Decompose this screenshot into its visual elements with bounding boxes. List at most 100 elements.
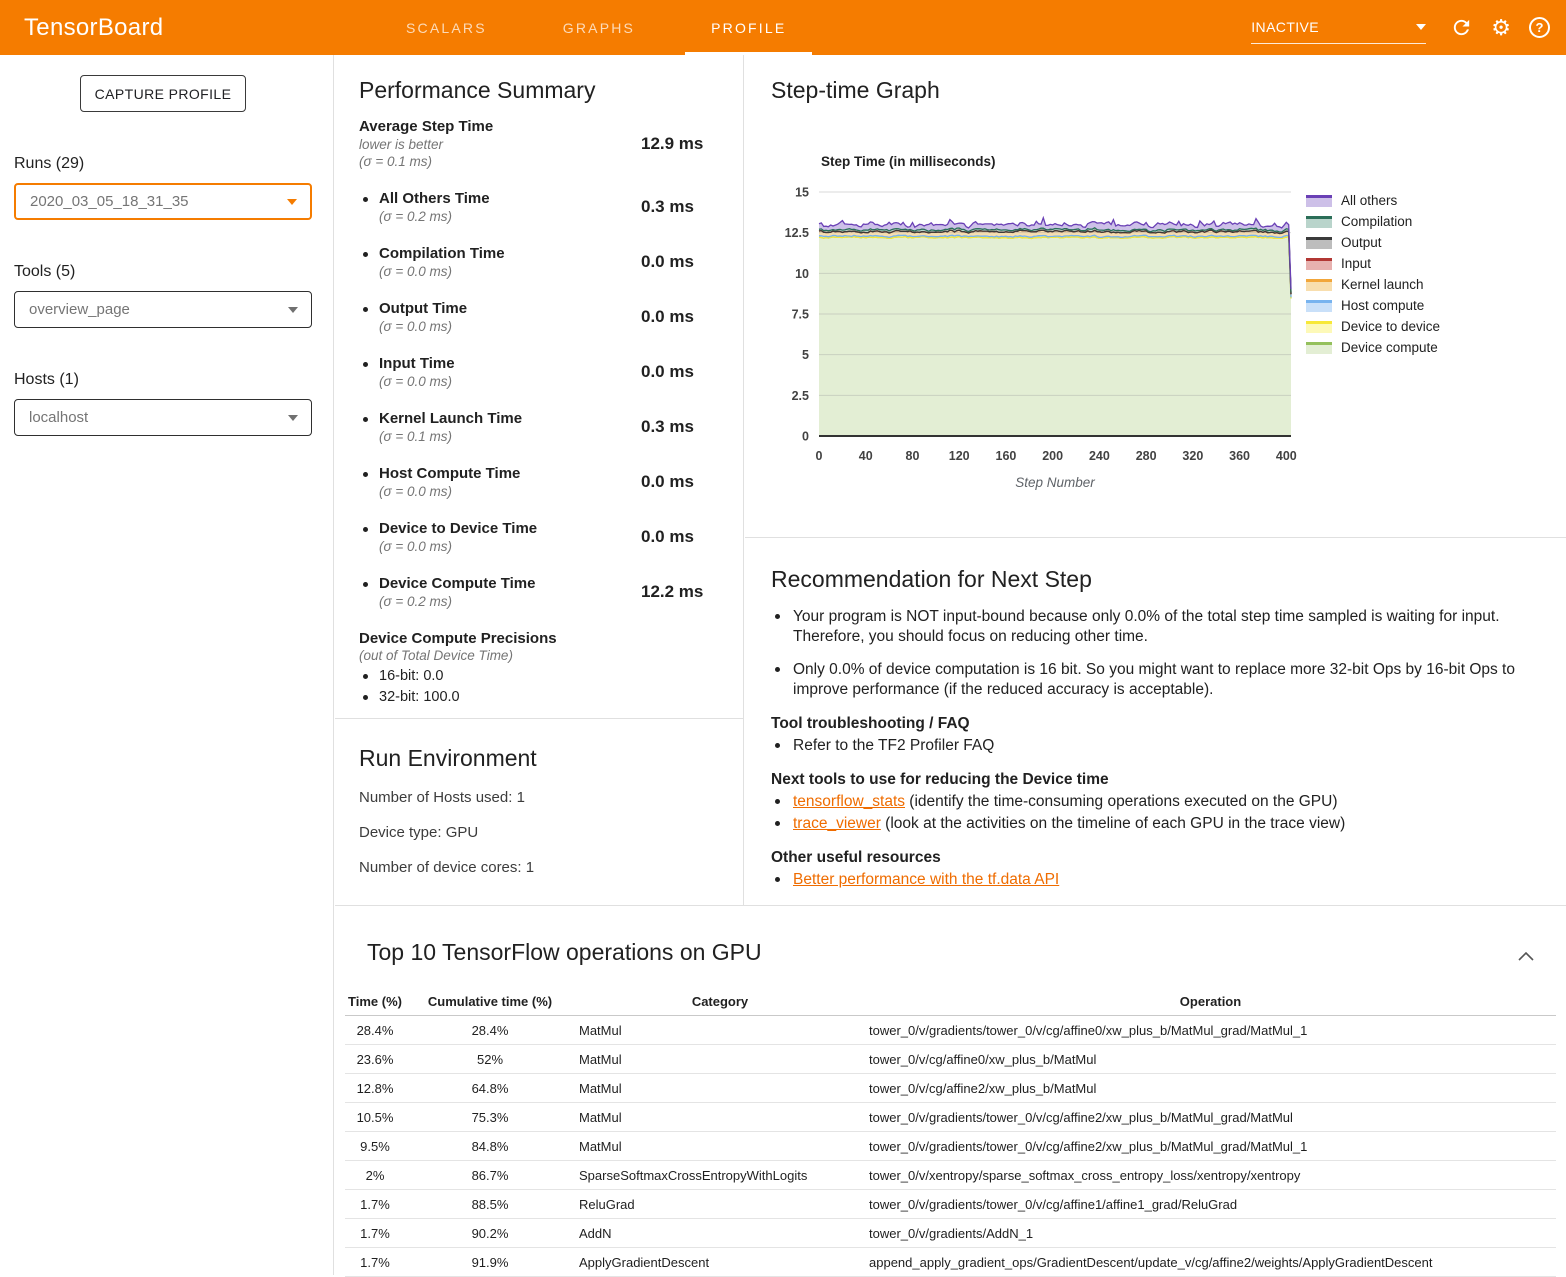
metric-value: 12.2 ms xyxy=(641,582,703,602)
legend-swatch xyxy=(1306,279,1332,291)
recommendation-bullet: Your program is NOT input-bound because … xyxy=(771,607,1523,646)
header-tabs: SCALARS GRAPHS PROFILE xyxy=(368,0,824,55)
table-row: 28.4%28.4%MatMultower_0/v/gradients/towe… xyxy=(345,1016,1556,1045)
group-item: Refer to the TF2 Profiler FAQ xyxy=(771,736,1566,755)
category-cell: MatMul xyxy=(575,1110,865,1125)
category-cell: ReluGrad xyxy=(575,1197,865,1212)
tab-profile[interactable]: PROFILE xyxy=(683,0,814,55)
table-row: 12.8%64.8%MatMultower_0/v/cg/affine2/xw_… xyxy=(345,1074,1556,1103)
svg-text:5: 5 xyxy=(802,348,809,362)
step-time-graph-title: Step-time Graph xyxy=(771,77,1566,104)
status-select[interactable]: INACTIVE xyxy=(1251,12,1426,44)
performance-summary-title: Performance Summary xyxy=(359,77,743,104)
svg-text:200: 200 xyxy=(1042,449,1063,463)
legend-swatch xyxy=(1306,321,1332,333)
category-cell: MatMul xyxy=(575,1139,865,1154)
metric-value: 0.0 ms xyxy=(641,527,694,547)
link[interactable]: Better performance with the tf.data API xyxy=(793,871,1059,888)
legend-label: Output xyxy=(1341,235,1382,250)
legend-item: Kernel launch xyxy=(1306,274,1440,295)
svg-text:360: 360 xyxy=(1229,449,1250,463)
column-header: Category xyxy=(575,994,865,1009)
item-text: Refer to the TF2 Profiler FAQ xyxy=(793,737,994,754)
tools-select[interactable]: overview_page xyxy=(14,291,312,328)
legend-swatch xyxy=(1306,216,1332,228)
help-icon[interactable]: ? xyxy=(1529,17,1550,38)
perf-summary-item: Input Time(σ = 0.0 ms)0.0 ms xyxy=(335,355,743,389)
precisions-label: Device Compute Precisions xyxy=(359,630,743,647)
table-row: 1.7%90.2%AddNtower_0/v/gradients/AddN_1 xyxy=(345,1219,1556,1248)
legend-item: Compilation xyxy=(1306,211,1440,232)
run-env-line: Number of Hosts used: 1 xyxy=(359,788,743,807)
legend-item: Host compute xyxy=(1306,295,1440,316)
svg-text:10: 10 xyxy=(795,267,809,281)
table-row: 23.6%52%MatMultower_0/v/cg/affine0/xw_pl… xyxy=(345,1045,1556,1074)
svg-text:12.5: 12.5 xyxy=(785,226,809,240)
tab-graphs[interactable]: GRAPHS xyxy=(535,0,663,55)
chevron-down-icon xyxy=(287,199,297,205)
tools-select-value: overview_page xyxy=(29,301,130,318)
cumulative-cell: 91.9% xyxy=(405,1255,575,1270)
legend-label: All others xyxy=(1341,193,1397,208)
perf-summary-item: Device Compute Time(σ = 0.2 ms)12.2 ms xyxy=(335,575,743,609)
metric-value: 0.3 ms xyxy=(641,417,694,437)
table-row: 1.7%88.5%ReluGradtower_0/v/gradients/tow… xyxy=(345,1190,1556,1219)
legend-item: Device compute xyxy=(1306,337,1440,358)
group-item: trace_viewer (look at the activities on … xyxy=(771,814,1566,833)
average-step-time: Average Step Time lower is better (σ = 0… xyxy=(335,118,743,169)
group-item: tensorflow_stats (identify the time-cons… xyxy=(771,792,1566,811)
metric-value: 0.0 ms xyxy=(641,362,694,382)
category-cell: MatMul xyxy=(575,1052,865,1067)
link[interactable]: trace_viewer xyxy=(793,815,881,832)
tab-scalars[interactable]: SCALARS xyxy=(378,0,515,55)
cumulative-cell: 84.8% xyxy=(405,1139,575,1154)
hosts-label: Hosts (1) xyxy=(14,371,79,389)
top-ops-table: Time (%) Cumulative time (%) Category Op… xyxy=(345,988,1556,1277)
svg-text:0: 0 xyxy=(816,449,823,463)
recommendation-group: Other useful resourcesBetter performance… xyxy=(771,849,1566,889)
time-cell: 12.8% xyxy=(345,1081,405,1096)
legend-swatch xyxy=(1306,258,1332,270)
svg-text:400: 400 xyxy=(1276,449,1297,463)
app-header: TensorBoard SCALARS GRAPHS PROFILE INACTIV… xyxy=(0,0,1566,55)
perf-summary-items: All Others Time(σ = 0.2 ms)0.3 msCompila… xyxy=(335,190,743,609)
hosts-select[interactable]: localhost xyxy=(14,399,312,436)
recommendation-bullet: Only 0.0% of device computation is 16 bi… xyxy=(771,660,1523,699)
svg-text:7.5: 7.5 xyxy=(792,308,809,322)
run-environment-lines: Number of Hosts used: 1Device type: GPUN… xyxy=(335,788,743,877)
chart-title: Step Time (in milliseconds) xyxy=(821,154,996,169)
operation-cell: tower_0/v/gradients/tower_0/v/cg/affine2… xyxy=(865,1139,1556,1154)
table-body: 28.4%28.4%MatMultower_0/v/gradients/towe… xyxy=(345,1016,1556,1277)
table-row: 2%86.7%SparseSoftmaxCrossEntropyWithLogi… xyxy=(345,1161,1556,1190)
operation-cell: tower_0/v/xentropy/sparse_softmax_cross_… xyxy=(865,1168,1556,1183)
time-cell: 9.5% xyxy=(345,1139,405,1154)
group-heading: Next tools to use for reducing the Devic… xyxy=(771,771,1566,789)
run-environment-panel: Run Environment Number of Hosts used: 1D… xyxy=(335,718,744,905)
perf-summary-item: Kernel Launch Time(σ = 0.1 ms)0.3 ms xyxy=(335,410,743,444)
step-time-graph-panel: Step-time Graph Step Time (in millisecon… xyxy=(745,55,1566,537)
precision-item: 32-bit: 100.0 xyxy=(359,689,743,705)
cumulative-cell: 64.8% xyxy=(405,1081,575,1096)
app-title: TensorBoard xyxy=(24,0,163,55)
operation-cell: tower_0/v/gradients/tower_0/v/cg/affine2… xyxy=(865,1110,1556,1125)
metric-value: 0.3 ms xyxy=(641,197,694,217)
step-time-chart: 02.557.51012.515040801201602002402803203… xyxy=(775,176,1301,500)
collapse-icon[interactable] xyxy=(1518,948,1534,966)
legend-swatch xyxy=(1306,342,1332,354)
capture-profile-button[interactable]: CAPTURE PROFILE xyxy=(80,75,246,112)
runs-select[interactable]: 2020_03_05_18_31_35 xyxy=(14,183,312,220)
sidebar: CAPTURE PROFILE Runs (29) 2020_03_05_18_… xyxy=(0,55,334,1275)
cumulative-cell: 90.2% xyxy=(405,1226,575,1241)
link[interactable]: tensorflow_stats xyxy=(793,793,905,810)
legend-item: Input xyxy=(1306,253,1440,274)
category-cell: SparseSoftmaxCrossEntropyWithLogits xyxy=(575,1168,865,1183)
refresh-icon[interactable] xyxy=(1450,16,1473,39)
precisions-note: (out of Total Device Time) xyxy=(359,648,743,663)
legend-label: Device to device xyxy=(1341,319,1440,334)
item-text: (look at the activities on the timeline … xyxy=(881,815,1345,832)
perf-summary-item: Output Time(σ = 0.0 ms)0.0 ms xyxy=(335,300,743,334)
top-ops-title: Top 10 TensorFlow operations on GPU xyxy=(367,939,1566,966)
cumulative-cell: 28.4% xyxy=(405,1023,575,1038)
settings-icon[interactable]: ⚙ xyxy=(1491,16,1511,40)
column-header: Time (%) xyxy=(345,994,405,1009)
